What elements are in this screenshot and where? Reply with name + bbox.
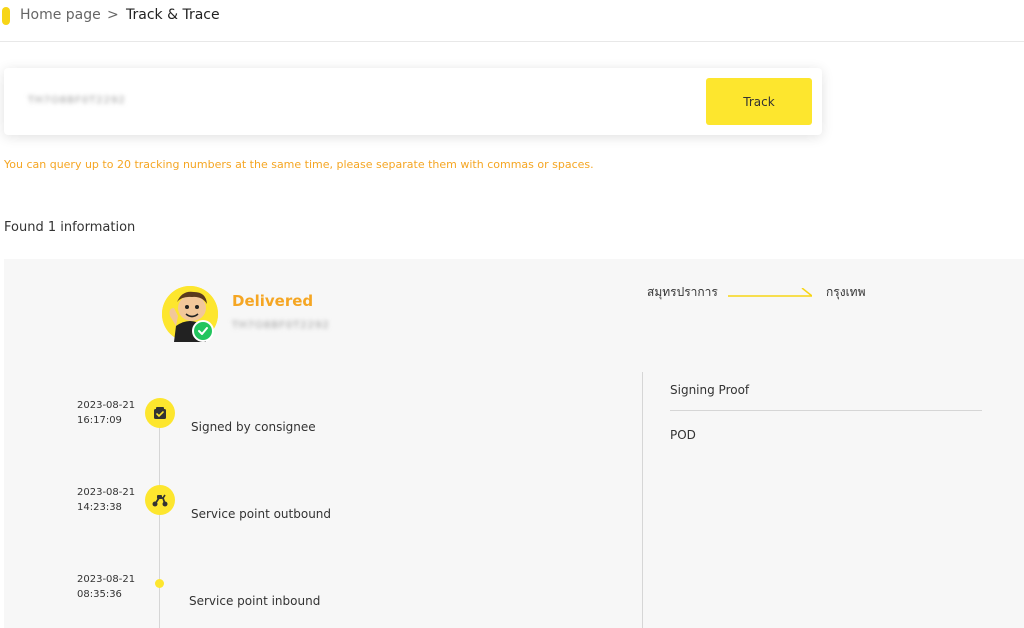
breadcrumb-marker	[2, 7, 10, 25]
timeline-date-day: 2023-08-21	[77, 574, 136, 585]
timeline-date-time: 14:23:38	[77, 502, 122, 513]
breadcrumb: Home page > Track & Trace	[0, 0, 1024, 42]
breadcrumb-current: Track & Trace	[126, 7, 220, 23]
route-origin: สมุทรปราการ	[647, 285, 718, 299]
vertical-divider	[642, 372, 643, 628]
result-panel	[4, 259, 1024, 628]
found-count: Found 1 information	[4, 220, 136, 235]
breadcrumb-home-link[interactable]: Home page	[20, 7, 101, 23]
timeline-date: 2023-08-21 08:35:36	[77, 572, 135, 602]
search-card: TH7O8BF0T2292 Track	[4, 68, 822, 135]
timeline-date-day: 2023-08-21	[77, 400, 136, 411]
timeline-date-time: 16:17:09	[77, 415, 122, 426]
timeline-date: 2023-08-21 14:23:38	[77, 485, 135, 515]
timeline-event: Service point outbound	[191, 507, 332, 521]
breadcrumb-separator: >	[107, 7, 119, 23]
pod-label[interactable]: POD	[670, 428, 696, 442]
timeline-date: 2023-08-21 16:17:09	[77, 398, 135, 428]
route-arrow-icon	[728, 288, 812, 297]
delivery-status: Delivered	[232, 292, 314, 310]
scooter-icon	[145, 485, 175, 515]
timeline-dot	[155, 579, 164, 588]
signing-divider	[670, 410, 982, 411]
box-check-icon	[145, 398, 175, 428]
delivered-check-icon	[192, 320, 214, 342]
result-tracking-number: TH7O8BF0T2292	[232, 320, 330, 331]
query-hint: You can query up to 20 tracking numbers …	[4, 158, 594, 171]
timeline-date-time: 08:35:36	[77, 589, 122, 600]
timeline-event: Service point inbound	[189, 594, 321, 608]
route-destination: กรุงเทพ	[826, 285, 866, 299]
track-button[interactable]: Track	[706, 78, 812, 125]
timeline-event: Signed by consignee	[191, 420, 316, 434]
timeline-date-day: 2023-08-21	[77, 487, 136, 498]
tracking-number-input[interactable]	[18, 82, 678, 120]
signing-proof-title: Signing Proof	[670, 383, 750, 397]
timeline-line	[159, 412, 160, 628]
